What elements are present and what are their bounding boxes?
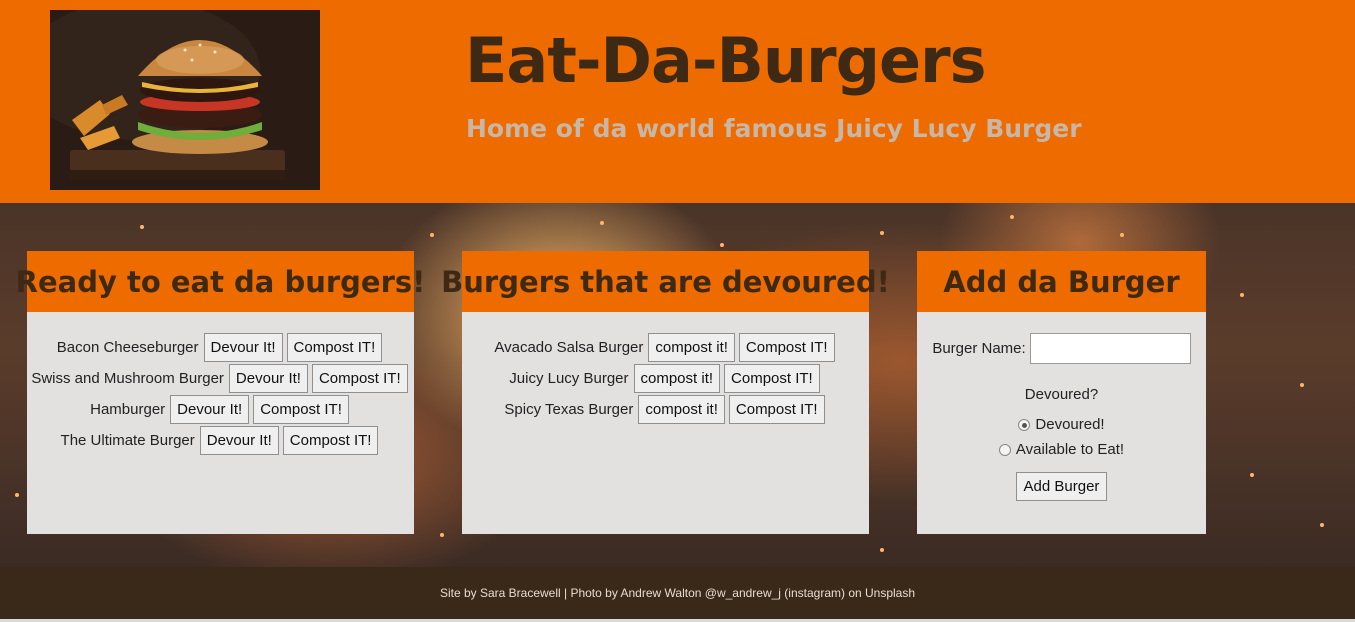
- radio-devoured-label: Devoured!: [1035, 416, 1105, 433]
- compost-button[interactable]: Compost IT!: [738, 333, 835, 362]
- list-item: Spicy Texas Burger compost it! Compost I…: [462, 394, 869, 425]
- burger-photo-icon: [50, 10, 320, 190]
- spark: [1120, 233, 1124, 237]
- spark: [600, 221, 604, 225]
- site-header: Eat-Da-Burgers Home of da world famous J…: [0, 0, 1355, 203]
- compost-button[interactable]: Compost IT!: [311, 364, 408, 393]
- burger-name: Juicy Lucy Burger: [509, 370, 629, 387]
- compost-button[interactable]: Compost IT!: [728, 395, 825, 424]
- devoured-burger-list: Avacado Salsa Burger compost it! Compost…: [462, 312, 869, 425]
- list-item: Swiss and Mushroom Burger Devour It! Com…: [27, 363, 414, 394]
- compost-button[interactable]: Compost IT!: [253, 395, 349, 424]
- spark: [1320, 523, 1324, 527]
- burger-name: Spicy Texas Burger: [504, 401, 634, 418]
- spark: [1250, 473, 1254, 477]
- list-item: Juicy Lucy Burger compost it! Compost IT…: [462, 363, 869, 394]
- list-item: Hamburger Devour It! Compost IT!: [27, 394, 414, 425]
- site-title: Eat-Da-Burgers: [465, 24, 986, 97]
- burger-name-input[interactable]: [1029, 332, 1191, 364]
- spark: [1010, 215, 1014, 219]
- radio-available-label: Available to Eat!: [1015, 441, 1125, 458]
- spark: [720, 243, 724, 247]
- list-item: Avacado Salsa Burger compost it! Compost…: [462, 332, 869, 363]
- list-item: Bacon Cheeseburger Devour It! Compost IT…: [27, 332, 414, 363]
- panel-header: Ready to eat da burgers!: [16, 251, 425, 312]
- panel-header: Add da Burger: [917, 251, 1206, 312]
- burger-name-label: Burger Name:: [932, 339, 1026, 357]
- spark: [880, 548, 884, 552]
- radio-unselected-icon[interactable]: [998, 443, 1011, 456]
- panel-title: Add da Burger: [943, 264, 1180, 299]
- burger-name: Swiss and Mushroom Burger: [31, 370, 224, 387]
- compost-button[interactable]: Compost IT!: [286, 333, 383, 362]
- devour-button[interactable]: Devour It!: [203, 333, 283, 362]
- spark: [1300, 383, 1304, 387]
- spark: [140, 225, 144, 229]
- burger-name: Avacado Salsa Burger: [494, 339, 644, 356]
- radio-selected-icon[interactable]: [1018, 418, 1031, 431]
- radio-devoured[interactable]: Devoured!: [917, 412, 1206, 437]
- panel-title: Burgers that are devoured!: [441, 264, 890, 299]
- spark: [880, 231, 884, 235]
- devoured-panel: Burgers that are devoured! Avacado Salsa…: [441, 251, 890, 534]
- spark: [15, 493, 19, 497]
- ready-to-eat-panel: Ready to eat da burgers! Bacon Cheesebur…: [16, 251, 425, 534]
- devour-button[interactable]: Devour It!: [228, 364, 308, 393]
- add-burger-button[interactable]: Add Burger: [1015, 472, 1108, 501]
- site-footer: Site by Sara Bracewell | Photo by Andrew…: [0, 567, 1355, 619]
- spark: [440, 533, 444, 537]
- burger-name: The Ultimate Burger: [60, 432, 195, 449]
- compost-small-button[interactable]: compost it!: [648, 333, 735, 362]
- burger-name: Bacon Cheeseburger: [56, 339, 199, 356]
- compost-button[interactable]: Compost IT!: [282, 426, 379, 455]
- footer-credits: Site by Sara Bracewell | Photo by Andrew…: [439, 586, 916, 600]
- devoured-question: Devoured?: [1024, 386, 1099, 403]
- burger-name-field: Burger Name:: [917, 332, 1206, 364]
- add-burger-form: Burger Name: Devoured? Devoured! Availab…: [917, 312, 1206, 501]
- panel-header: Burgers that are devoured!: [441, 251, 890, 312]
- ready-burger-list: Bacon Cheeseburger Devour It! Compost IT…: [27, 312, 414, 456]
- devour-button[interactable]: Devour It!: [199, 426, 279, 455]
- site-subtitle: Home of da world famous Juicy Lucy Burge…: [466, 114, 1082, 143]
- devour-button[interactable]: Devour It!: [170, 395, 250, 424]
- add-burger-panel: Add da Burger Burger Name: Devoured? Dev…: [917, 251, 1206, 534]
- spark: [430, 233, 434, 237]
- list-item: The Ultimate Burger Devour It! Compost I…: [27, 425, 414, 456]
- spark: [1240, 293, 1244, 297]
- compost-small-button[interactable]: compost it!: [638, 395, 725, 424]
- compost-small-button[interactable]: compost it!: [633, 364, 721, 393]
- burger-name: Hamburger: [90, 401, 166, 418]
- panel-title: Ready to eat da burgers!: [15, 264, 426, 299]
- burger-logo-image: [50, 10, 320, 190]
- compost-button[interactable]: Compost IT!: [724, 364, 820, 393]
- radio-available[interactable]: Available to Eat!: [917, 437, 1206, 462]
